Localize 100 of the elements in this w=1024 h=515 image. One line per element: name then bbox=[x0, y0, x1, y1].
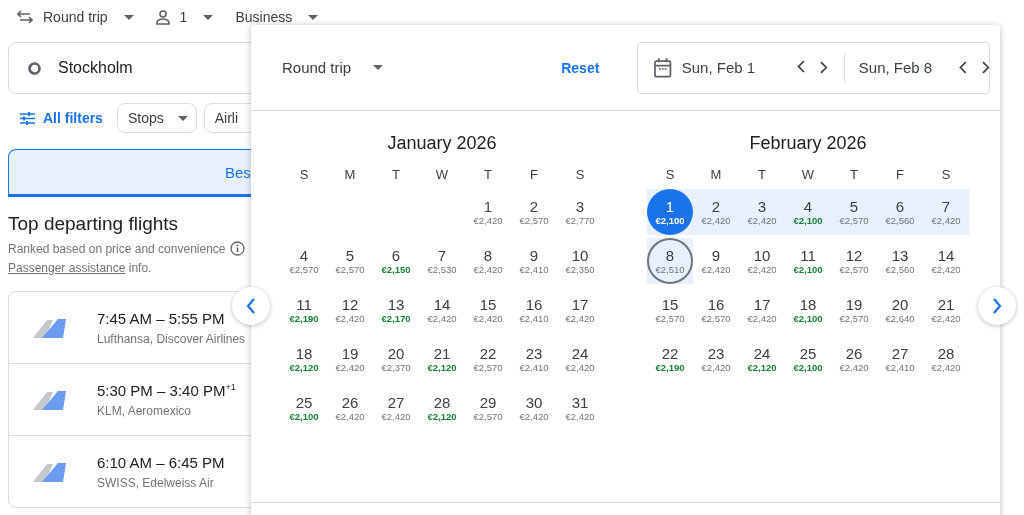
calendar-day[interactable]: 16 €2,410 bbox=[511, 287, 557, 333]
departure-date-field[interactable]: Sun, Feb 1 bbox=[681, 59, 762, 76]
calendar-day[interactable]: 24 €2,120 bbox=[739, 336, 785, 382]
chevron-left-icon[interactable] bbox=[797, 60, 806, 73]
calendar-day[interactable]: 18 €2,100 bbox=[785, 287, 831, 333]
calendar-day[interactable]: 27 €2,420 bbox=[373, 385, 419, 431]
calendar-day[interactable]: 3 €2,770 bbox=[557, 189, 603, 235]
calendar-day[interactable]: 17 €2,420 bbox=[739, 287, 785, 333]
flight-times: 6:10 AM – 6:45 PM bbox=[97, 453, 225, 471]
calendar-day[interactable]: 6 €2,560 bbox=[877, 189, 923, 235]
passengers-dropdown[interactable]: 1 bbox=[155, 9, 214, 25]
calendar-day[interactable]: 4 €2,100 bbox=[785, 189, 831, 235]
calendar-day[interactable]: 13 €2,170 bbox=[373, 287, 419, 333]
next-month-button[interactable] bbox=[978, 287, 1016, 325]
calendar-day[interactable]: 24 €2,420 bbox=[557, 336, 603, 382]
calendar-day[interactable]: 20 €2,640 bbox=[877, 287, 923, 333]
calendar-icon bbox=[654, 57, 672, 78]
calendar-day[interactable]: 22 €2,190 bbox=[647, 336, 693, 382]
caret-icon bbox=[177, 115, 188, 121]
calendar-day[interactable]: 12 €2,570 bbox=[831, 238, 877, 284]
weekday-label: S bbox=[298, 167, 310, 184]
calendar-day[interactable]: 5 €2,570 bbox=[327, 238, 373, 284]
calendar-day[interactable]: 3 €2,420 bbox=[739, 189, 785, 235]
calendar-day[interactable]: 30 €2,420 bbox=[511, 385, 557, 431]
calendar-day[interactable]: 20 €2,370 bbox=[373, 336, 419, 382]
caret-icon bbox=[123, 14, 134, 20]
calendar-day[interactable]: 26 €2,420 bbox=[327, 385, 373, 431]
calendar-day[interactable]: 13 €2,560 bbox=[877, 238, 923, 284]
info-icon[interactable] bbox=[229, 241, 245, 256]
calendar-day[interactable]: 11 €2,190 bbox=[281, 287, 327, 333]
calendar-day[interactable]: 22 €2,570 bbox=[465, 336, 511, 382]
calendar-day[interactable]: 28 €2,120 bbox=[419, 385, 465, 431]
calendar-day[interactable]: 1 €2,100 bbox=[647, 189, 693, 235]
flight-times: 5:30 PM – 3:40 PM$^{+1}$ bbox=[97, 381, 236, 399]
calendar-day[interactable]: 25 €2,100 bbox=[281, 385, 327, 431]
weekday-label: S bbox=[664, 167, 676, 184]
calendar-day[interactable]: 29 €2,570 bbox=[465, 385, 511, 431]
person-icon bbox=[155, 9, 170, 25]
calendar-day[interactable]: 14 €2,420 bbox=[923, 238, 969, 284]
all-filters-button[interactable]: All filters bbox=[20, 110, 103, 126]
weekday-label: W bbox=[800, 167, 816, 184]
calendar-day[interactable]: 8 €2,510 bbox=[647, 238, 693, 284]
calendar-day[interactable]: 25 €2,100 bbox=[785, 336, 831, 382]
calendar-day[interactable]: 18 €2,120 bbox=[281, 336, 327, 382]
calendar-day[interactable]: 1 €2,420 bbox=[465, 189, 511, 235]
calendar-day[interactable]: 27 €2,410 bbox=[877, 336, 923, 382]
calendar-day[interactable]: 2 €2,420 bbox=[693, 189, 739, 235]
calendar-day[interactable]: 21 €2,420 bbox=[923, 287, 969, 333]
flight-times: 7:45 AM – 5:55 PM bbox=[97, 309, 226, 327]
filter-chip[interactable]: Airli bbox=[203, 103, 251, 133]
calendar-day[interactable]: 23 €2,410 bbox=[511, 336, 557, 382]
calendar-day[interactable]: 10 €2,420 bbox=[739, 238, 785, 284]
calendar-day[interactable]: 28 €2,420 bbox=[923, 336, 969, 382]
calendar-day[interactable]: 31 €2,420 bbox=[557, 385, 603, 431]
airline-names: Lufthansa, Discover Airlines bbox=[97, 331, 246, 346]
calendar-day[interactable]: 21 €2,120 bbox=[419, 336, 465, 382]
weekday-label: T bbox=[483, 167, 493, 184]
calendar-day[interactable]: 19 €2,570 bbox=[831, 287, 877, 333]
calendar-day[interactable]: 16 €2,570 bbox=[693, 287, 739, 333]
calendar-day[interactable]: 7 €2,420 bbox=[923, 189, 969, 235]
calendar-day[interactable]: 9 €2,420 bbox=[693, 238, 739, 284]
trip-type-dropdown[interactable]: Round trip bbox=[17, 9, 134, 25]
calendar-day[interactable]: 6 €2,150 bbox=[373, 238, 419, 284]
calendar-day[interactable]: 7 €2,530 bbox=[419, 238, 465, 284]
calendar-day[interactable]: 26 €2,420 bbox=[831, 336, 877, 382]
calendar-day[interactable]: 15 €2,570 bbox=[647, 287, 693, 333]
chevron-right-icon[interactable] bbox=[981, 61, 990, 74]
weekday-label: T bbox=[391, 167, 401, 184]
airline-names: KLM, Aeromexico bbox=[97, 403, 193, 418]
airline-tail-icon bbox=[33, 317, 67, 338]
trip-type-dropdown[interactable]: Round trip bbox=[282, 59, 384, 76]
calendar-day[interactable]: 23 €2,420 bbox=[693, 336, 739, 382]
chevron-right-icon[interactable] bbox=[820, 61, 828, 74]
calendar-day[interactable]: 17 €2,420 bbox=[557, 287, 603, 333]
filter-chip[interactable]: Stops bbox=[116, 103, 197, 133]
caret-icon bbox=[373, 65, 384, 70]
return-date-field[interactable]: Sun, Feb 8 bbox=[858, 59, 944, 76]
month-title: February 2026 bbox=[748, 133, 868, 155]
calendar-day[interactable]: 19 €2,420 bbox=[327, 336, 373, 382]
calendar-day[interactable]: 2 €2,570 bbox=[511, 189, 557, 235]
calendar-day[interactable]: 15 €2,420 bbox=[465, 287, 511, 333]
calendar-day[interactable]: 8 €2,420 bbox=[465, 238, 511, 284]
calendar-day[interactable]: 14 €2,420 bbox=[419, 287, 465, 333]
chevron-left-icon bbox=[246, 298, 256, 314]
cabin-class-dropdown[interactable]: Business bbox=[235, 9, 319, 25]
airline-tail-icon bbox=[33, 461, 67, 482]
assistance-note: Passenger assistance info. bbox=[8, 261, 153, 275]
previous-month-button[interactable] bbox=[232, 287, 270, 325]
calendar-day[interactable]: 9 €2,410 bbox=[511, 238, 557, 284]
calendar-day[interactable]: 10 €2,350 bbox=[557, 238, 603, 284]
weekday-label: T bbox=[757, 167, 767, 184]
reset-button[interactable]: Reset bbox=[561, 59, 600, 76]
month-title: January 2026 bbox=[386, 133, 498, 155]
sort-tab[interactable]: Bes bbox=[8, 149, 251, 197]
passenger-assistance-link[interactable]: Passenger assistance bbox=[8, 261, 126, 275]
calendar-day[interactable]: 4 €2,570 bbox=[281, 238, 327, 284]
calendar-day[interactable]: 11 €2,100 bbox=[785, 238, 831, 284]
calendar-day[interactable]: 12 €2,420 bbox=[327, 287, 373, 333]
calendar-day[interactable]: 5 €2,570 bbox=[831, 189, 877, 235]
chevron-left-icon[interactable] bbox=[958, 61, 967, 74]
